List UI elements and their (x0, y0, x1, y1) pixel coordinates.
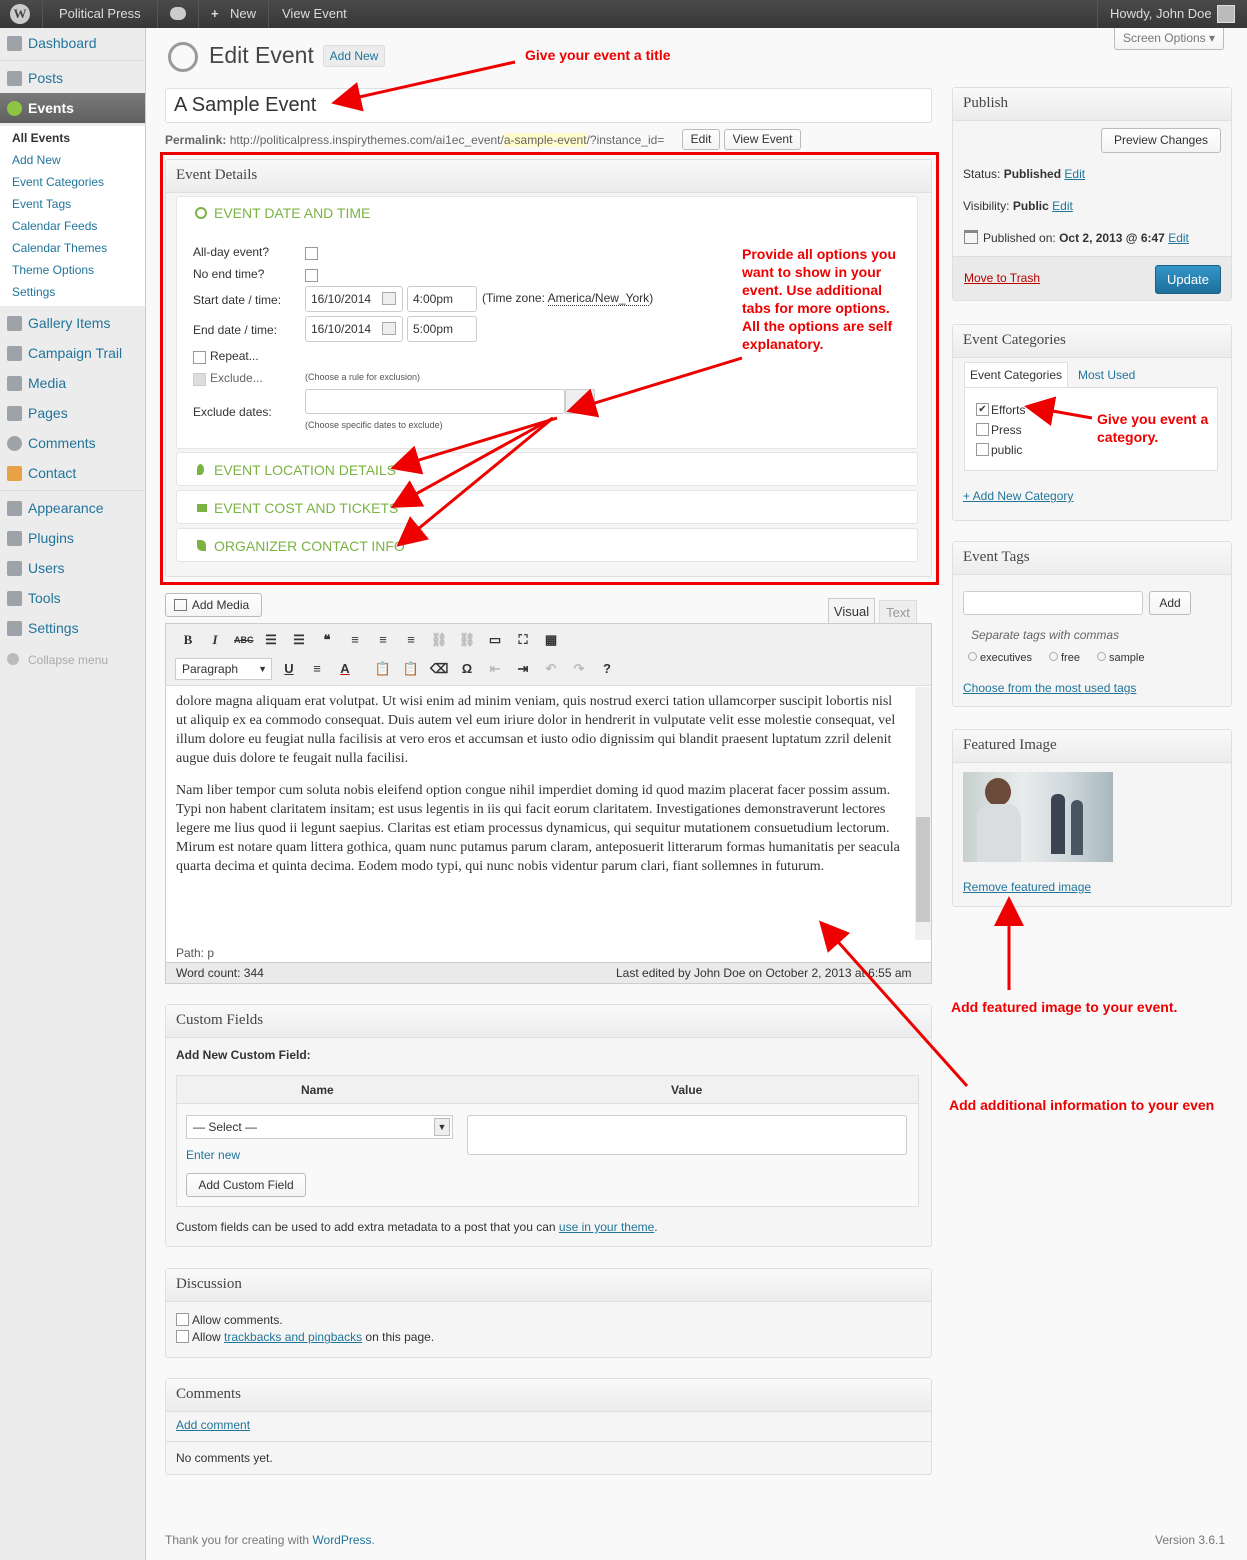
annotation-arrows (331, 60, 1093, 1087)
arrow-options-main (566, 356, 743, 418)
arrow-organizer (396, 416, 554, 547)
arrow-category (1024, 396, 1093, 426)
arrow-additional (819, 920, 969, 1087)
arrow-cost (390, 416, 554, 508)
arrow-title (331, 60, 516, 112)
